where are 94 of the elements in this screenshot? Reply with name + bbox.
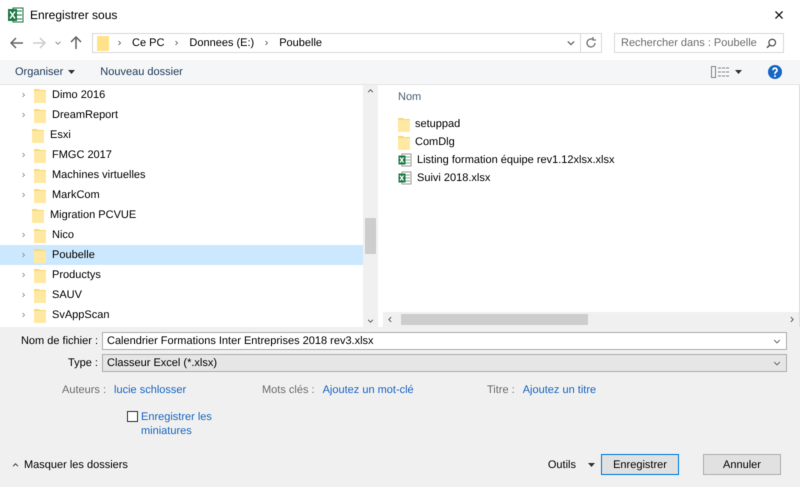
scrollbar-thumb[interactable] xyxy=(401,314,588,325)
spreadsheet-app-icon xyxy=(8,7,24,23)
checkbox[interactable] xyxy=(127,411,138,422)
folder-tree-item[interactable]: Poubelle xyxy=(0,245,363,265)
property-value-link[interactable]: lucie schlosser xyxy=(114,384,186,396)
dropdown-caret-icon[interactable] xyxy=(566,39,576,47)
folder-icon xyxy=(398,134,410,150)
expand-chevron-icon[interactable] xyxy=(21,311,26,319)
expand-chevron-icon[interactable] xyxy=(21,271,26,279)
column-header[interactable]: Nom xyxy=(398,91,422,115)
expand-chevron-icon[interactable] xyxy=(21,251,26,259)
chevron-icon xyxy=(174,39,180,47)
search-field[interactable]: Rechercher dans : Poubelle xyxy=(614,33,784,53)
folder-icon xyxy=(34,188,46,202)
file-item[interactable]: ComDlg xyxy=(398,133,799,151)
folder-tree-item[interactable]: Machines virtuelles xyxy=(0,165,363,185)
property-label: Mots clés : xyxy=(262,384,315,396)
dropdown-caret-icon[interactable] xyxy=(68,70,76,74)
folder-icon xyxy=(34,108,46,122)
expand-chevron-icon[interactable] xyxy=(21,191,26,199)
spreadsheet-icon xyxy=(398,153,412,167)
cancel-button[interactable]: Annuler xyxy=(703,454,781,475)
tools-button[interactable]: Outils xyxy=(544,456,580,472)
breadcrumb[interactable]: Ce PC xyxy=(132,37,164,49)
folder-tree-item[interactable]: SAUV xyxy=(0,285,363,305)
hide-folders-button[interactable]: Masquer les dossiers xyxy=(20,456,132,472)
dropdown-caret-icon[interactable] xyxy=(772,338,782,344)
scroll-down-icon[interactable] xyxy=(366,318,375,324)
vertical-scrollbar[interactable] xyxy=(363,85,378,327)
new-folder-button[interactable]: Nouveau dossier xyxy=(95,64,188,80)
folder-icon xyxy=(34,308,46,322)
field-label: Type : xyxy=(67,357,99,369)
folder-icon xyxy=(34,248,46,262)
property-value-link[interactable]: Ajoutez un mot-clé xyxy=(322,384,414,396)
property-label: Auteurs : xyxy=(62,384,106,396)
scroll-right-icon[interactable] xyxy=(789,315,795,324)
folder-tree-item[interactable]: Nico xyxy=(0,225,363,245)
folder-tree-item[interactable]: Migration PCVUE xyxy=(0,205,363,225)
horizontal-scrollbar[interactable] xyxy=(383,312,799,327)
folder-icon xyxy=(398,116,410,132)
help-icon[interactable] xyxy=(768,65,782,79)
up-arrow-icon[interactable] xyxy=(70,36,82,50)
property-label: Titre : xyxy=(487,384,515,396)
collapse-caret-icon[interactable] xyxy=(11,462,20,468)
dropdown-caret-icon[interactable] xyxy=(735,70,742,74)
file-type-dropdown[interactable]: Classeur Excel (*.xlsx) xyxy=(102,354,787,372)
expand-chevron-icon[interactable] xyxy=(21,151,26,159)
folder-icon xyxy=(32,128,44,142)
folder-tree-item[interactable]: Productys xyxy=(0,265,363,285)
folder-icon xyxy=(34,168,46,182)
breadcrumb[interactable]: Donnees (E:) xyxy=(189,37,254,49)
close-button[interactable]: × xyxy=(764,2,794,28)
address-bar[interactable]: Ce PC Donnees (E:) Poubelle xyxy=(92,33,602,53)
file-item[interactable]: setuppad xyxy=(398,115,799,133)
file-item[interactable]: Suivi 2018.xlsx xyxy=(398,169,799,187)
folder-tree-item[interactable]: MarkCom xyxy=(0,185,363,205)
back-arrow-icon[interactable] xyxy=(10,37,24,49)
window-title: Enregistrer sous xyxy=(30,8,118,22)
folder-icon xyxy=(34,148,46,162)
folder-icon xyxy=(34,288,46,302)
refresh-icon[interactable] xyxy=(585,37,597,49)
folder-tree-item[interactable]: DreamReport xyxy=(0,105,363,125)
search-icon xyxy=(766,38,777,48)
organize-button[interactable]: Organiser xyxy=(10,64,68,80)
breadcrumb[interactable]: Poubelle xyxy=(279,37,322,49)
expand-chevron-icon[interactable] xyxy=(21,291,26,299)
file-item[interactable]: Listing formation équipe rev1.12xlsx.xlsx xyxy=(398,151,799,169)
field-label: Nom de fichier : xyxy=(20,335,99,347)
expand-chevron-icon[interactable] xyxy=(21,91,26,99)
filename-field[interactable]: Calendrier Formations Inter Entreprises 2018 rev3.xlsx xyxy=(102,332,787,350)
dropdown-caret-icon[interactable] xyxy=(772,360,782,366)
scroll-left-icon[interactable] xyxy=(387,315,393,324)
expand-chevron-icon[interactable] xyxy=(21,111,26,119)
spreadsheet-icon xyxy=(398,171,412,185)
folder-icon xyxy=(97,36,109,50)
folder-tree-item[interactable]: SvAppScan xyxy=(0,305,363,325)
folder-icon xyxy=(34,228,46,242)
checkbox-label[interactable]: Enregistrer les miniatures xyxy=(141,410,231,438)
folder-icon xyxy=(34,88,46,102)
view-options-icon[interactable] xyxy=(711,66,729,78)
folder-icon xyxy=(34,268,46,282)
expand-chevron-icon[interactable] xyxy=(21,171,26,179)
chevron-icon xyxy=(117,39,122,47)
dropdown-caret-icon[interactable] xyxy=(588,462,595,466)
property-value-link[interactable]: Ajoutez un titre xyxy=(522,384,596,396)
folder-tree-item[interactable]: Esxi xyxy=(0,125,363,145)
scrollbar-thumb[interactable] xyxy=(365,218,376,254)
scroll-up-icon[interactable] xyxy=(366,88,375,94)
chevron-icon xyxy=(264,39,270,47)
save-button[interactable]: Enregistrer xyxy=(601,454,679,475)
folder-tree-item[interactable]: FMGC 2017 xyxy=(0,145,363,165)
folder-icon xyxy=(32,208,44,222)
expand-chevron-icon[interactable] xyxy=(21,231,26,239)
folder-tree-item[interactable]: Dimo 2016 xyxy=(0,85,363,105)
